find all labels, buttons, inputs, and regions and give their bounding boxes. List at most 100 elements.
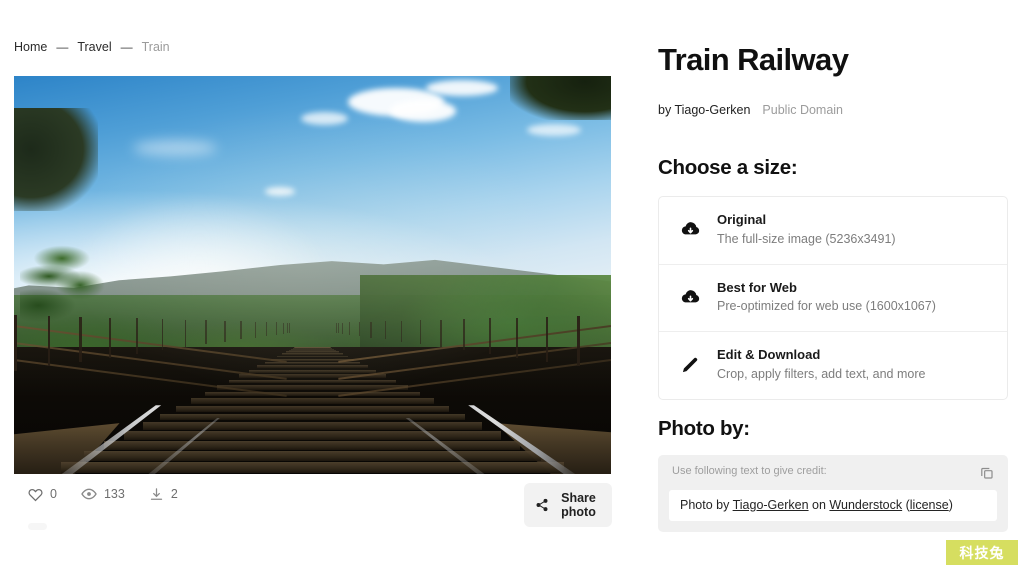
eye-icon [81,486,97,502]
size-options-card: Original The full-size image (5236x3491)… [658,196,1008,400]
railing-post [275,322,277,335]
size-option-edit-and-download[interactable]: Edit & Download Crop, apply filters, add… [659,332,1007,399]
railing-bar [338,358,611,397]
bridge-railing-left [14,307,290,410]
cloud [425,79,498,96]
heart-icon [28,487,43,502]
railing-post [79,316,82,362]
credit-license-link[interactable]: license [910,498,949,512]
railing-post [400,320,403,342]
railing-post [136,318,139,354]
loading-placeholder [28,523,47,530]
size-option-best-for-web[interactable]: Best for Web Pre-optimized for web use (… [659,265,1007,333]
size-option-subtitle: The full-size image (5236x3491) [717,231,896,246]
share-nodes-icon [535,498,549,512]
breadcrumb: Home — Travel — Train [14,40,170,54]
railing-post [108,317,112,358]
railing-post [349,322,351,335]
photo-byline: by Tiago-Gerken Public Domain [658,103,843,117]
like-stat[interactable]: 0 [28,487,57,502]
breadcrumb-separator: — [56,40,69,54]
railing-post [358,322,360,336]
railing-post [184,319,187,348]
size-option-original[interactable]: Original The full-size image (5236x3491) [659,197,1007,265]
page-title: Train Railway [658,42,849,77]
photo-viewer[interactable] [14,76,611,474]
railing-bar [338,324,611,363]
railing-post [287,322,288,334]
railing-bar [14,324,287,363]
railing-bar [14,341,287,380]
railing-post [161,319,164,351]
credit-text-field[interactable]: Photo by Tiago-Gerken on Wunderstock (li… [669,490,997,521]
download-stat: 2 [149,487,178,502]
cloud [133,139,217,156]
credit-box: Use following text to give credit: Photo… [658,455,1008,532]
railing-post [254,321,256,338]
size-option-title: Edit & Download [717,347,821,363]
railing-bar [14,358,287,397]
license-label: Public Domain [762,103,844,117]
railway-sleeper [142,422,483,430]
railing-post [337,322,339,334]
breadcrumb-separator: — [120,40,133,54]
railing-post [224,320,226,342]
railing-post [577,315,580,367]
credit-author-link[interactable]: Tiago-Gerken [733,498,809,512]
size-option-subtitle: Pre-optimized for web use (1600x1067) [717,299,936,314]
railing-post [370,321,372,338]
railing-post [47,315,51,367]
size-option-title: Best for Web [717,279,797,295]
bridge-railing-right [336,307,611,410]
railway-sleeper [61,462,564,474]
railing-bar [338,341,611,380]
railway-sleeper [104,441,521,451]
author-name[interactable]: by Tiago-Gerken [658,103,750,117]
choose-size-heading: Choose a size: [658,156,798,179]
railing-post [288,322,290,333]
cloud-download-icon [679,287,701,308]
download-count: 2 [170,487,178,501]
view-count: 133 [103,487,125,501]
breadcrumb-item-home[interactable]: Home [14,40,47,54]
railing-post [14,314,17,371]
credit-close-paren: ) [948,498,953,512]
railing-post [205,320,208,345]
share-photo-button[interactable]: Share photo [524,483,612,527]
credit-open-paren: ( [902,498,910,512]
railing-post [266,322,268,336]
view-stat: 133 [81,486,125,502]
railing-post [240,321,242,340]
share-photo-label: Share photo [561,491,596,519]
railing-post [516,317,519,358]
credit-middle: on [808,498,830,512]
copy-icon[interactable] [979,465,995,481]
photo-stats: 0 133 2 [28,486,178,502]
download-icon [149,487,164,502]
cloud [390,99,456,122]
breadcrumb-item-travel[interactable]: Travel [77,40,111,54]
breadcrumb-item-train: Train [141,40,170,54]
railing-post [440,319,443,348]
pencil-icon [679,355,701,375]
credit-prefix: Photo by [680,498,733,512]
tree-foliage-top-right [509,76,611,120]
credit-site-link[interactable]: Wunderstock [829,498,902,512]
credit-header: Use following text to give credit: [669,465,997,481]
size-option-subtitle: Crop, apply filters, add text, and more [717,367,926,382]
credit-instruction: Use following text to give credit: [672,465,827,477]
railing-post [282,322,284,334]
railway-photo [14,76,611,474]
railing-post [342,322,344,334]
railing-post [488,318,491,354]
railing-post [384,321,386,340]
photo-detail-page: Home — Travel — Train 0 133 2 Share phot… [0,0,1024,568]
size-option-title: Original [717,212,767,227]
watermark-badge: 科技兔 [946,540,1018,565]
like-count: 0 [50,487,57,501]
railway-sleeper [83,451,542,462]
railway-sleeper [124,431,501,440]
cloud-download-icon [679,219,701,240]
railway-sleeper [281,353,344,355]
railing-post [545,316,549,362]
